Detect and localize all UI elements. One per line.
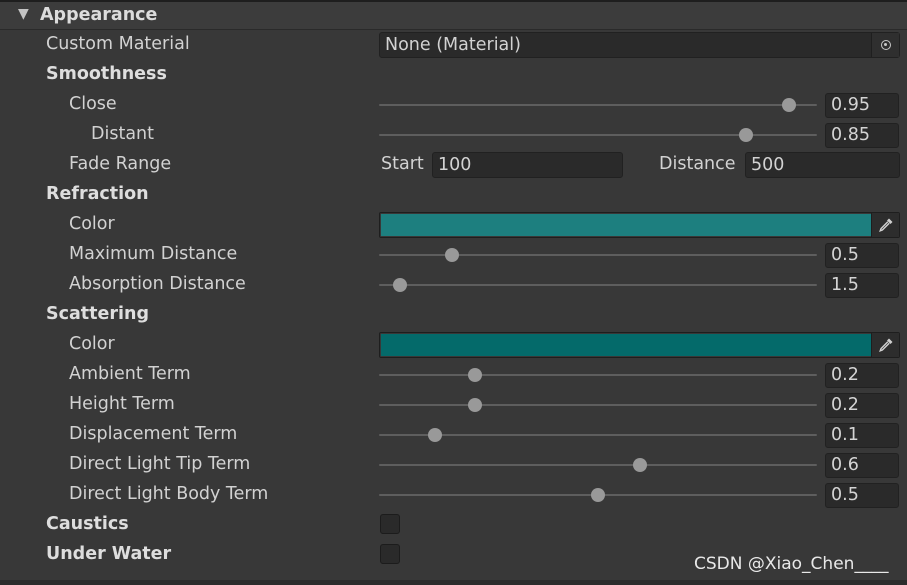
- maximum-distance-value-field[interactable]: 0.5: [825, 243, 899, 268]
- under-water-label: Under Water: [46, 544, 172, 564]
- caustics-checkbox[interactable]: [380, 514, 400, 534]
- distance-label: Distance: [659, 154, 736, 174]
- absorption-distance-label: Absorption Distance: [69, 274, 246, 294]
- ambient-term-value-field[interactable]: 0.2: [825, 363, 899, 388]
- distance-field[interactable]: 500: [745, 152, 900, 178]
- appearance-foldout-header[interactable]: ▼ Appearance: [0, 0, 907, 30]
- smoothness-heading: Smoothness: [46, 64, 167, 84]
- displacement-term-slider-track[interactable]: [379, 434, 817, 436]
- close-label: Close: [69, 94, 117, 114]
- scattering-color-field[interactable]: [379, 332, 900, 358]
- height-term-slider-track[interactable]: [379, 404, 817, 406]
- distant-slider-thumb[interactable]: [739, 128, 754, 142]
- scattering-row: Scattering: [0, 300, 907, 330]
- height-term-row: Height Term 0.2: [0, 390, 907, 420]
- custom-material-row: Custom Material None (Material): [0, 30, 907, 60]
- eyedropper-icon[interactable]: [871, 333, 899, 357]
- caustics-row: Caustics: [0, 510, 907, 540]
- close-slider-thumb[interactable]: [781, 98, 796, 112]
- eyedropper-icon[interactable]: [871, 213, 899, 237]
- fade-range-label: Fade Range: [69, 154, 172, 174]
- direct-light-body-term-slider-thumb[interactable]: [591, 488, 605, 502]
- direct-light-tip-term-value-field[interactable]: 0.6: [825, 453, 899, 478]
- scattering-heading: Scattering: [46, 304, 150, 324]
- direct-light-tip-term-row: Direct Light Tip Term 0.6: [0, 450, 907, 480]
- smoothness-distant-row: Distant 0.85: [0, 120, 907, 150]
- watermark-text: CSDN @Xiao_Chen____: [694, 554, 889, 574]
- bottom-border: [0, 580, 907, 585]
- close-value-field[interactable]: 0.95: [825, 93, 899, 118]
- distant-label: Distant: [91, 124, 154, 144]
- direct-light-tip-term-slider-track[interactable]: [379, 464, 817, 466]
- direct-light-body-term-row: Direct Light Body Term 0.5: [0, 480, 907, 510]
- smoothness-close-row: Close 0.95: [0, 90, 907, 120]
- refraction-color-row: Color: [0, 210, 907, 240]
- start-field[interactable]: 100: [432, 152, 623, 178]
- ambient-term-row: Ambient Term 0.2: [0, 360, 907, 390]
- under-water-checkbox[interactable]: [380, 544, 400, 564]
- direct-light-tip-term-slider-thumb[interactable]: [633, 458, 648, 472]
- smoothness-row: Smoothness: [0, 60, 907, 90]
- ambient-term-label: Ambient Term: [69, 364, 191, 384]
- maximum-distance-row: Maximum Distance 0.5: [0, 240, 907, 270]
- displacement-term-value-field[interactable]: 0.1: [825, 423, 899, 448]
- ambient-term-slider-track[interactable]: [379, 374, 817, 376]
- height-term-label: Height Term: [69, 394, 175, 414]
- start-label: Start: [381, 154, 424, 174]
- displacement-term-label: Displacement Term: [69, 424, 238, 444]
- caustics-label: Caustics: [46, 514, 129, 534]
- absorption-distance-row: Absorption Distance 1.5: [0, 270, 907, 300]
- absorption-distance-slider-track[interactable]: [379, 284, 817, 286]
- custom-material-label: Custom Material: [46, 34, 190, 54]
- scattering-color-label: Color: [69, 334, 115, 354]
- refraction-color-swatch[interactable]: [381, 214, 871, 236]
- direct-light-tip-term-label: Direct Light Tip Term: [69, 454, 251, 474]
- scattering-color-swatch[interactable]: [381, 334, 871, 356]
- refraction-heading: Refraction: [46, 184, 149, 204]
- object-picker-icon[interactable]: [871, 33, 899, 57]
- height-term-value-field[interactable]: 0.2: [825, 393, 899, 418]
- absorption-distance-slider-thumb[interactable]: [392, 278, 407, 292]
- custom-material-value: None (Material): [385, 35, 521, 55]
- fade-range-row: Fade Range Start 100 Distance 500: [0, 150, 907, 180]
- refraction-row: Refraction: [0, 180, 907, 210]
- direct-light-body-term-value-field[interactable]: 0.5: [825, 483, 899, 508]
- direct-light-body-term-label: Direct Light Body Term: [69, 484, 269, 504]
- scattering-color-row: Color: [0, 330, 907, 360]
- close-slider-track[interactable]: [379, 104, 817, 106]
- section-title: Appearance: [40, 5, 158, 25]
- height-term-slider-thumb[interactable]: [468, 398, 483, 412]
- maximum-distance-label: Maximum Distance: [69, 244, 238, 264]
- displacement-term-slider-thumb[interactable]: [427, 428, 442, 442]
- custom-material-field[interactable]: None (Material): [379, 32, 900, 58]
- refraction-color-label: Color: [69, 214, 115, 234]
- ambient-term-slider-thumb[interactable]: [468, 368, 483, 382]
- displacement-term-row: Displacement Term 0.1: [0, 420, 907, 450]
- absorption-distance-value-field[interactable]: 1.5: [825, 273, 899, 298]
- triangle-down-icon[interactable]: ▼: [18, 6, 29, 22]
- refraction-color-field[interactable]: [379, 212, 900, 238]
- distant-value-field[interactable]: 0.85: [825, 123, 899, 148]
- maximum-distance-slider-thumb[interactable]: [444, 248, 459, 262]
